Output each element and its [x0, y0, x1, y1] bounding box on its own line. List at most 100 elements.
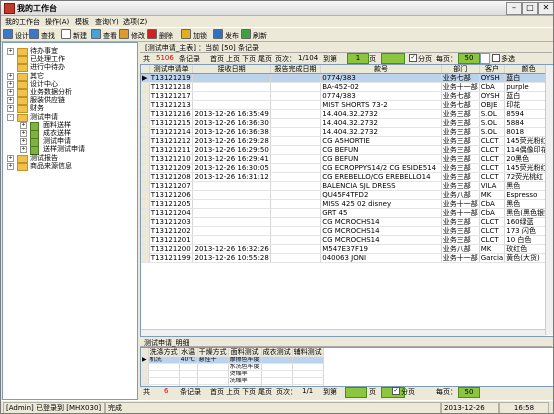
table-row[interactable]: T13121208 2013-12-26 16:31:12 CG EREBELLO/…: [141, 172, 553, 182]
table-cell[interactable]: T13121217: [149, 91, 194, 101]
table-cell[interactable]: 14.404.32.2732: [320, 109, 442, 119]
table-cell[interactable]: [270, 73, 322, 83]
table-row[interactable]: T13121214 2013-12-26 16:36:38 14.404.32.27…: [141, 127, 553, 137]
table-cell[interactable]: [270, 244, 322, 254]
table-cell[interactable]: 14.404.32.2732: [320, 118, 442, 128]
table-cell[interactable]: [270, 127, 322, 137]
table-cell[interactable]: 2013-12-26 16:35:49: [192, 109, 271, 119]
table-cell[interactable]: [270, 253, 322, 263]
table-cell[interactable]: T13121204: [149, 208, 194, 218]
expand-icon[interactable]: +: [20, 146, 27, 154]
tree-item[interactable]: + 待办事宜: [3, 47, 137, 56]
detail-cell[interactable]: [197, 377, 229, 385]
table-cell[interactable]: T13121200: [149, 244, 194, 254]
table-cell[interactable]: CLCT: [479, 226, 506, 236]
menu-query[interactable]: 查询(Y): [95, 17, 119, 27]
find-button[interactable]: 查找: [29, 29, 55, 40]
tree-item[interactable]: 进行中待办: [3, 63, 137, 73]
row-header[interactable]: [141, 253, 150, 263]
table-cell[interactable]: M547E37F19: [320, 244, 442, 254]
table-cell[interactable]: MISS 425 02 disney: [320, 199, 442, 209]
table-cell[interactable]: 业务十一部: [441, 253, 480, 263]
table-cell[interactable]: 14.404.32.2732: [320, 127, 442, 137]
tree-item[interactable]: - 测试申请: [3, 113, 137, 122]
table-row[interactable]: T13121217 0774/383 业务七部 OYSH 蓝白: [141, 91, 553, 101]
table-cell[interactable]: 2013-12-26 16:31:12: [192, 172, 271, 182]
table-cell[interactable]: GRT 45: [320, 208, 442, 218]
row-header[interactable]: [141, 226, 150, 236]
table-cell[interactable]: [270, 190, 322, 200]
table-cell[interactable]: CG MCROCHS14: [320, 217, 442, 227]
table-cell[interactable]: [192, 208, 271, 218]
detail-row-header[interactable]: [141, 363, 149, 371]
detail-first-page-link[interactable]: 首页: [210, 387, 224, 397]
row-header[interactable]: [141, 118, 150, 128]
table-cell[interactable]: T13121206: [149, 190, 194, 200]
detail-row[interactable]: ▶ 机洗 40℃ 悬挂干 摩擦色牢度: [141, 356, 324, 364]
table-cell[interactable]: CLCT: [479, 163, 506, 173]
table-row[interactable]: T13121207 BALENCIA SJL DRESS 业务三部 VILA 黑色: [141, 181, 553, 191]
table-cell[interactable]: [270, 154, 322, 164]
column-header[interactable]: 客户: [479, 65, 506, 74]
expand-icon[interactable]: +: [7, 89, 14, 96]
detail-column-header[interactable]: 干燥方式: [197, 348, 229, 357]
table-cell[interactable]: 2013-12-26 16:29:50: [192, 145, 271, 155]
detail-cell[interactable]: [292, 363, 324, 371]
table-cell[interactable]: 040063 JONI: [320, 253, 442, 263]
table-row[interactable]: ▶ T13121219 0774/383 业务七部 OYSH 蓝白: [141, 73, 553, 83]
table-cell[interactable]: 业务三部: [441, 136, 480, 146]
table-cell[interactable]: CbA: [479, 208, 506, 218]
table-cell[interactable]: MK: [479, 190, 506, 200]
row-header[interactable]: [141, 127, 150, 137]
table-cell[interactable]: [270, 91, 322, 101]
table-row[interactable]: T13121209 2013-12-26 16:30:05 CG ECROPPYS1…: [141, 163, 553, 173]
refresh-button[interactable]: 刷新: [241, 29, 267, 40]
table-cell[interactable]: BALENCIA SJL DRESS: [320, 181, 442, 191]
detail-goto-page-input[interactable]: [345, 387, 367, 398]
detail-column-header[interactable]: 水温: [179, 348, 198, 357]
menu-options[interactable]: 选项(Z): [123, 17, 147, 27]
table-cell[interactable]: 2013-12-26 16:29:28: [192, 136, 271, 146]
master-vertical-scrollbar[interactable]: [545, 65, 553, 335]
goto-page-input[interactable]: 1: [347, 53, 369, 64]
detail-cell[interactable]: [261, 377, 293, 385]
expand-icon[interactable]: +: [7, 105, 14, 113]
detail-prev-page-link[interactable]: 上页: [226, 387, 240, 397]
collapse-icon[interactable]: -: [7, 113, 14, 121]
last-page-link[interactable]: 尾页: [258, 54, 272, 64]
edit-button[interactable]: 修改: [119, 29, 145, 40]
table-cell[interactable]: S.OL: [479, 127, 506, 137]
row-header[interactable]: [141, 172, 150, 182]
delete-button[interactable]: 删除: [147, 29, 173, 40]
multiselect-checkbox[interactable]: [492, 54, 500, 62]
table-cell[interactable]: 业务七部: [441, 91, 480, 101]
expand-icon[interactable]: +: [7, 48, 14, 55]
detail-row-header[interactable]: [141, 370, 149, 378]
table-cell[interactable]: CG BEFUN: [320, 145, 442, 155]
expand-icon[interactable]: +: [7, 154, 14, 162]
table-cell[interactable]: T13121203: [149, 217, 194, 227]
tree-item[interactable]: + 成衣送样: [3, 129, 137, 139]
table-cell[interactable]: 业务三部: [441, 163, 480, 173]
table-row[interactable]: T13121211 2013-12-26 16:29:50 CG BEFUN 业务三部…: [141, 145, 553, 155]
table-cell[interactable]: [192, 100, 271, 110]
table-cell[interactable]: CG EREBELLO/CG EREBELLO14: [320, 172, 442, 182]
table-row[interactable]: T13121213 MIST SHORTS 73-2 业务七部 OBJE 印花: [141, 100, 553, 110]
detail-column-header[interactable]: 成衣测试: [261, 348, 293, 357]
view-button[interactable]: 查看: [91, 29, 117, 40]
table-row[interactable]: T13121201 CG MCROCHS14 业务三部 CLCT 10 白色: [141, 235, 553, 245]
detail-cell[interactable]: 悬挂干: [197, 356, 229, 364]
detail-cell[interactable]: 机洗: [148, 356, 180, 364]
table-cell[interactable]: T13121207: [149, 181, 194, 191]
table-cell[interactable]: [192, 235, 271, 245]
table-cell[interactable]: T13121215: [149, 118, 194, 128]
table-cell[interactable]: BA-452-02: [320, 82, 442, 92]
table-cell[interactable]: [192, 199, 271, 209]
table-cell[interactable]: [270, 136, 322, 146]
detail-per-page-input[interactable]: 50: [458, 387, 480, 398]
per-page-input[interactable]: 50: [458, 53, 480, 64]
menu-operate[interactable]: 操作(A): [45, 17, 69, 27]
first-page-link[interactable]: 首页: [210, 54, 224, 64]
expand-icon[interactable]: +: [7, 162, 14, 170]
table-cell[interactable]: 业务三部: [441, 145, 480, 155]
